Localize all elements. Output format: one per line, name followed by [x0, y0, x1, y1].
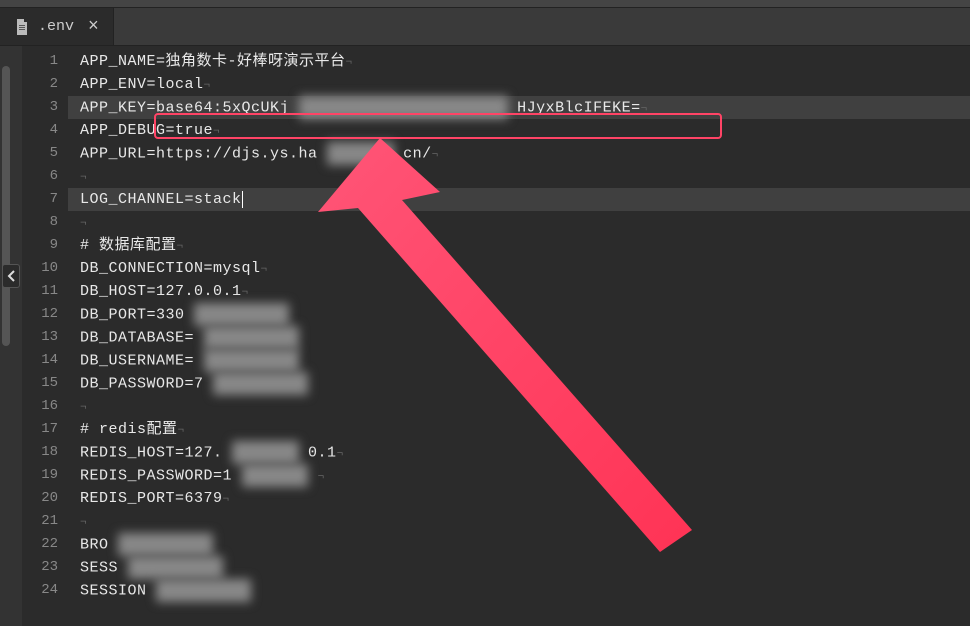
line-number: 5: [22, 142, 68, 165]
code-line[interactable]: LOG_CHANNEL=stack: [68, 188, 970, 211]
code-line[interactable]: SESS XXXXXXXXXX: [68, 556, 970, 579]
line-number: 6: [22, 165, 68, 188]
code-line[interactable]: APP_NAME=独角数卡-好棒呀演示平台¬: [68, 50, 970, 73]
code-line[interactable]: REDIS_HOST=127. XXXXXXX 0.1¬: [68, 441, 970, 464]
code-line[interactable]: REDIS_PASSWORD=1 XXXXXXX ¬: [68, 464, 970, 487]
line-number: 8: [22, 211, 68, 234]
file-tab[interactable]: .env ×: [0, 8, 114, 45]
editor-area: 123456789101112131415161718192021222324 …: [0, 46, 970, 626]
tab-filename: .env: [38, 18, 74, 35]
line-number: 13: [22, 326, 68, 349]
line-numbers: 123456789101112131415161718192021222324: [22, 46, 68, 626]
line-number: 15: [22, 372, 68, 395]
code-line[interactable]: DB_HOST=127.0.0.1¬: [68, 280, 970, 303]
left-gutter: [0, 46, 22, 626]
line-number: 12: [22, 303, 68, 326]
code-line[interactable]: DB_DATABASE= XXXXXXXXXX: [68, 326, 970, 349]
line-number: 14: [22, 349, 68, 372]
code-line[interactable]: APP_DEBUG=true¬: [68, 119, 970, 142]
scrollbar-indicator[interactable]: [2, 66, 10, 346]
code-line[interactable]: # redis配置¬: [68, 418, 970, 441]
code-line[interactable]: REDIS_PORT=6379¬: [68, 487, 970, 510]
code-line[interactable]: ¬: [68, 395, 970, 418]
code-line[interactable]: ¬: [68, 211, 970, 234]
code-line[interactable]: # 数据库配置¬: [68, 234, 970, 257]
code-line[interactable]: ¬: [68, 510, 970, 533]
line-number: 20: [22, 487, 68, 510]
line-number: 21: [22, 510, 68, 533]
code-line[interactable]: SESSION XXXXXXXXXX: [68, 579, 970, 602]
line-number: 22: [22, 533, 68, 556]
line-number: 16: [22, 395, 68, 418]
line-number: 19: [22, 464, 68, 487]
code-line[interactable]: DB_PASSWORD=7 XXXXXXXXXX: [68, 372, 970, 395]
line-number: 4: [22, 119, 68, 142]
top-bar: [0, 0, 970, 8]
line-number: 17: [22, 418, 68, 441]
code-line[interactable]: APP_KEY=base64:5xQcUKj XXXXXXXXXXXXXXXXX…: [68, 96, 970, 119]
line-number: 9: [22, 234, 68, 257]
line-number: 7: [22, 188, 68, 211]
line-number: 1: [22, 50, 68, 73]
line-number: 23: [22, 556, 68, 579]
file-icon: [14, 19, 30, 35]
code-line[interactable]: ¬: [68, 165, 970, 188]
chevron-left-icon[interactable]: [2, 264, 20, 288]
code-line[interactable]: APP_ENV=local¬: [68, 73, 970, 96]
code-line[interactable]: DB_CONNECTION=mysql¬: [68, 257, 970, 280]
line-number: 2: [22, 73, 68, 96]
line-number: 24: [22, 579, 68, 602]
code-line[interactable]: BRO XXXXXXXXXX: [68, 533, 970, 556]
code-line[interactable]: DB_PORT=330 XXXXXXXXXX: [68, 303, 970, 326]
line-number: 3: [22, 96, 68, 119]
tab-bar: .env ×: [0, 8, 970, 46]
close-icon[interactable]: ×: [88, 17, 99, 37]
code-area[interactable]: APP_NAME=独角数卡-好棒呀演示平台¬APP_ENV=local¬APP_…: [68, 46, 970, 626]
code-line[interactable]: DB_USERNAME= XXXXXXXXXX: [68, 349, 970, 372]
code-line[interactable]: APP_URL=https://djs.ys.ha XXXXXXX cn/¬: [68, 142, 970, 165]
line-number: 11: [22, 280, 68, 303]
line-number: 10: [22, 257, 68, 280]
line-number: 18: [22, 441, 68, 464]
